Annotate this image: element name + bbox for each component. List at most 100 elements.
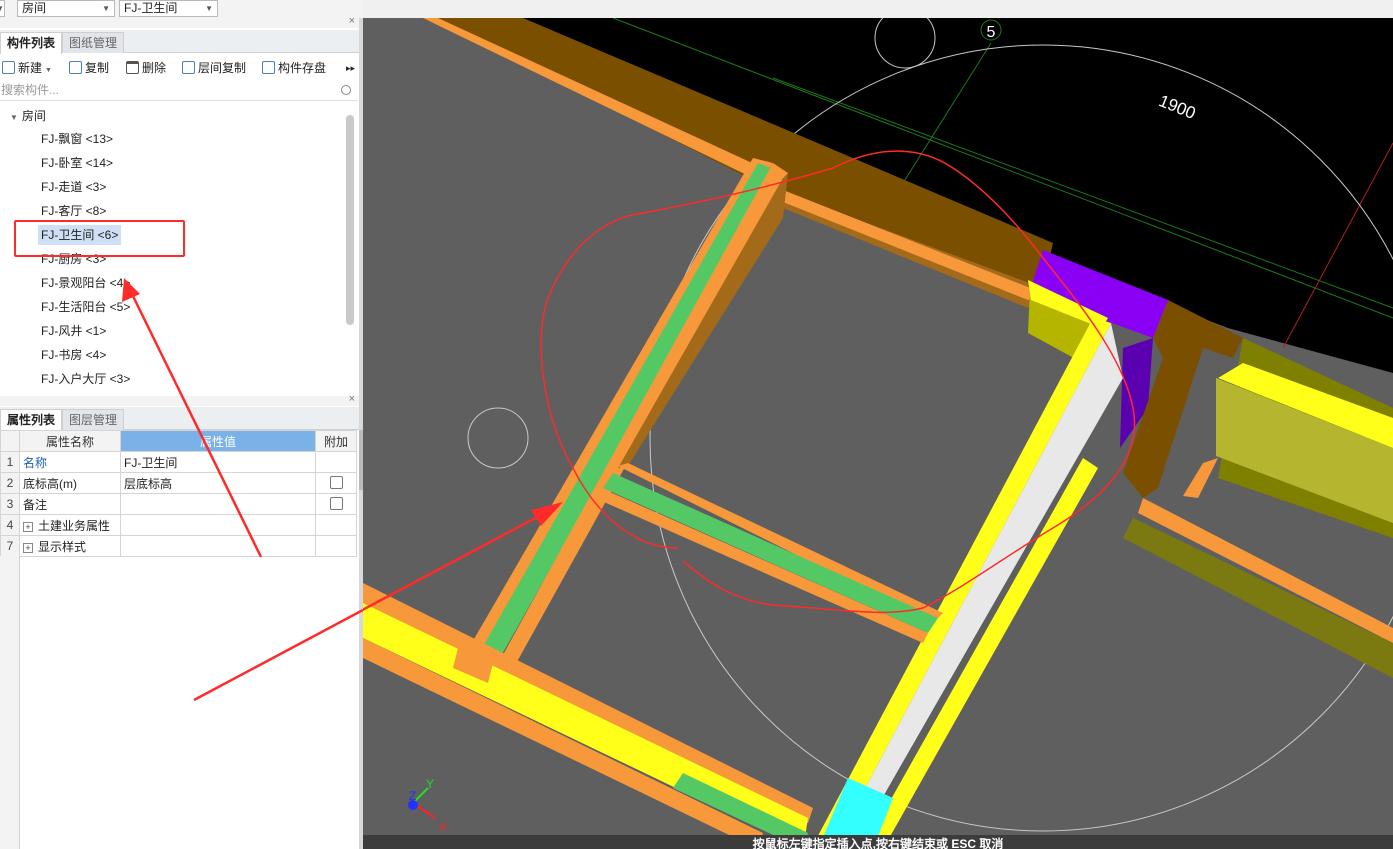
property-group[interactable]: + 显示样式 xyxy=(19,535,121,557)
table-row[interactable]: 3 备注 xyxy=(0,493,357,515)
axis-label: 5 xyxy=(987,24,996,41)
copy-button[interactable]: 复制 xyxy=(69,60,109,76)
row-number: 2 xyxy=(0,472,20,494)
tree-item-living-room[interactable]: FJ-客厅 <8> xyxy=(38,201,109,221)
tree-root-room[interactable]: ▼ 房间 xyxy=(10,107,46,124)
x-axis-label: X xyxy=(439,820,447,834)
row-number: 4 xyxy=(0,514,20,536)
wall-orange-bottom xyxy=(363,638,763,849)
category-dropdown[interactable]: 房间 ▼ xyxy=(17,0,115,17)
tab-drawing-management[interactable]: 图纸管理 xyxy=(62,32,125,53)
property-table: 属性名称 属性值 附加 1 名称 FJ-卫生间 2 底标高(m) 层底标高 3 … xyxy=(0,430,357,557)
axis-circle xyxy=(467,407,529,469)
trash-icon xyxy=(126,61,139,74)
extra-cell xyxy=(315,514,357,536)
chevron-down-icon: ▼ xyxy=(45,67,52,74)
property-value-input[interactable]: 层底标高 xyxy=(120,472,316,494)
save-icon xyxy=(262,61,275,74)
tree-item-corridor[interactable]: FJ-走道 <3> xyxy=(38,177,109,197)
tree-item-utility-balcony[interactable]: FJ-生活阳台 <5> xyxy=(38,297,133,317)
property-value-input[interactable]: FJ-卫生间 xyxy=(120,451,316,473)
tree-item-view-balcony[interactable]: FJ-景观阳台 <4> xyxy=(38,273,133,293)
y-axis-label: Y xyxy=(426,777,434,791)
search-placeholder: 搜索构件... xyxy=(1,83,60,97)
property-name: 名称 xyxy=(19,451,121,473)
component-value: FJ-卫生间 xyxy=(124,1,178,15)
wall-olive-lower xyxy=(1123,518,1393,678)
top-selector-bar: ▼ 房间 ▼ FJ-卫生间 ▼ xyxy=(0,0,362,18)
property-value xyxy=(120,514,316,536)
wall-green-diagonal xyxy=(481,163,775,658)
tree-item-bay-window[interactable]: FJ-飘窗 <13> xyxy=(38,129,116,149)
wall-brown-diagonal-face xyxy=(618,173,788,468)
tab-component-list[interactable]: 构件列表 xyxy=(0,32,63,54)
expand-plus-icon[interactable]: + xyxy=(23,542,33,553)
extra-checkbox[interactable] xyxy=(329,497,343,510)
property-group[interactable]: + 土建业务属性 xyxy=(19,514,121,536)
tab-property-list[interactable]: 属性列表 xyxy=(0,409,63,431)
viewport-canvas[interactable]: 5 1900 Y Z X xyxy=(363,18,1393,849)
row-number: 1 xyxy=(0,451,20,473)
property-extra-header: 附加 xyxy=(315,430,357,452)
tree-item-air-shaft[interactable]: FJ-风井 <1> xyxy=(38,321,109,341)
new-button[interactable]: 新建 ▼ xyxy=(2,60,52,76)
component-panel-tabs: 构件列表 图纸管理 xyxy=(0,30,359,54)
tree-scrollbar[interactable] xyxy=(346,115,354,325)
floor-copy-button[interactable]: 层间复制 xyxy=(182,60,246,76)
property-name: 备注 xyxy=(19,493,121,515)
chevron-down-icon: ▼ xyxy=(205,4,213,13)
component-dropdown[interactable]: FJ-卫生间 ▼ xyxy=(119,0,218,17)
more-icon[interactable]: ▸▸ xyxy=(346,60,355,76)
close-icon[interactable]: × xyxy=(349,15,355,27)
component-panel-header: × xyxy=(0,15,359,28)
property-panel-header: × xyxy=(0,393,359,406)
delete-button[interactable]: 删除 xyxy=(126,60,166,76)
close-icon[interactable]: × xyxy=(349,393,355,405)
wall-yellow-right-edge xyxy=(863,458,1098,849)
red-highlight-box xyxy=(14,220,185,257)
table-row[interactable]: 7 + 显示样式 xyxy=(0,535,357,557)
tab-layer-management[interactable]: 图层管理 xyxy=(62,409,125,430)
tree-item-study[interactable]: FJ-书房 <4> xyxy=(38,345,109,365)
property-value-header: 属性值 xyxy=(120,430,316,452)
3d-viewport[interactable]: 5 1900 Y Z X xyxy=(363,18,1393,849)
property-name: 底标高(m) xyxy=(19,472,121,494)
copy-icon xyxy=(69,61,82,74)
tree-item-entrance-hall[interactable]: FJ-入户大厅 <3> xyxy=(38,369,133,389)
table-row[interactable]: 1 名称 FJ-卫生间 xyxy=(0,451,357,473)
property-panel-tabs: 属性列表 图层管理 xyxy=(0,407,359,431)
extra-cell xyxy=(315,535,357,557)
chevron-down-icon: ▼ xyxy=(102,4,110,13)
prev-selector-dropdown[interactable]: ▼ xyxy=(0,0,5,17)
row-number-strip xyxy=(0,556,20,849)
component-toolbar: 新建 ▼ 复制 删除 层间复制 构件存盘 ▸▸ xyxy=(0,55,359,81)
property-name-header: 属性名称 xyxy=(19,430,121,452)
table-row[interactable]: 2 底标高(m) 层底标高 xyxy=(0,472,357,494)
property-value xyxy=(120,535,316,557)
search-icon xyxy=(341,85,351,95)
wall-orange-stub xyxy=(1183,458,1218,498)
tree-item-bedroom[interactable]: FJ-卧室 <14> xyxy=(38,153,116,173)
property-value-input[interactable] xyxy=(120,493,316,515)
row-number: 3 xyxy=(0,493,20,515)
expand-triangle-icon[interactable]: ▼ xyxy=(10,113,18,122)
component-search-input[interactable]: 搜索构件... xyxy=(0,81,357,101)
z-axis-label: Z xyxy=(409,789,416,803)
extra-checkbox[interactable] xyxy=(329,476,343,489)
wall-green-mid xyxy=(603,473,938,633)
status-text: 按鼠标左键指定插入点,按右键结束或 ESC 取消 xyxy=(752,837,1004,849)
status-bar: 按鼠标左键指定插入点,按右键结束或 ESC 取消 xyxy=(363,835,1393,849)
extra-cell xyxy=(315,451,357,473)
property-table-header: 属性名称 属性值 附加 xyxy=(0,430,357,452)
floor-copy-icon xyxy=(182,61,195,74)
extra-cell xyxy=(315,493,357,515)
row-number-header xyxy=(0,430,20,452)
expand-plus-icon[interactable]: + xyxy=(23,521,33,532)
wall-orange-diagonal xyxy=(493,163,788,678)
wall-orange-mid xyxy=(595,488,928,643)
table-row[interactable]: 4 + 土建业务属性 xyxy=(0,514,357,536)
new-icon xyxy=(2,61,15,74)
row-number: 7 xyxy=(0,535,20,557)
save-component-button[interactable]: 构件存盘 xyxy=(262,60,326,76)
category-value: 房间 xyxy=(22,1,47,15)
